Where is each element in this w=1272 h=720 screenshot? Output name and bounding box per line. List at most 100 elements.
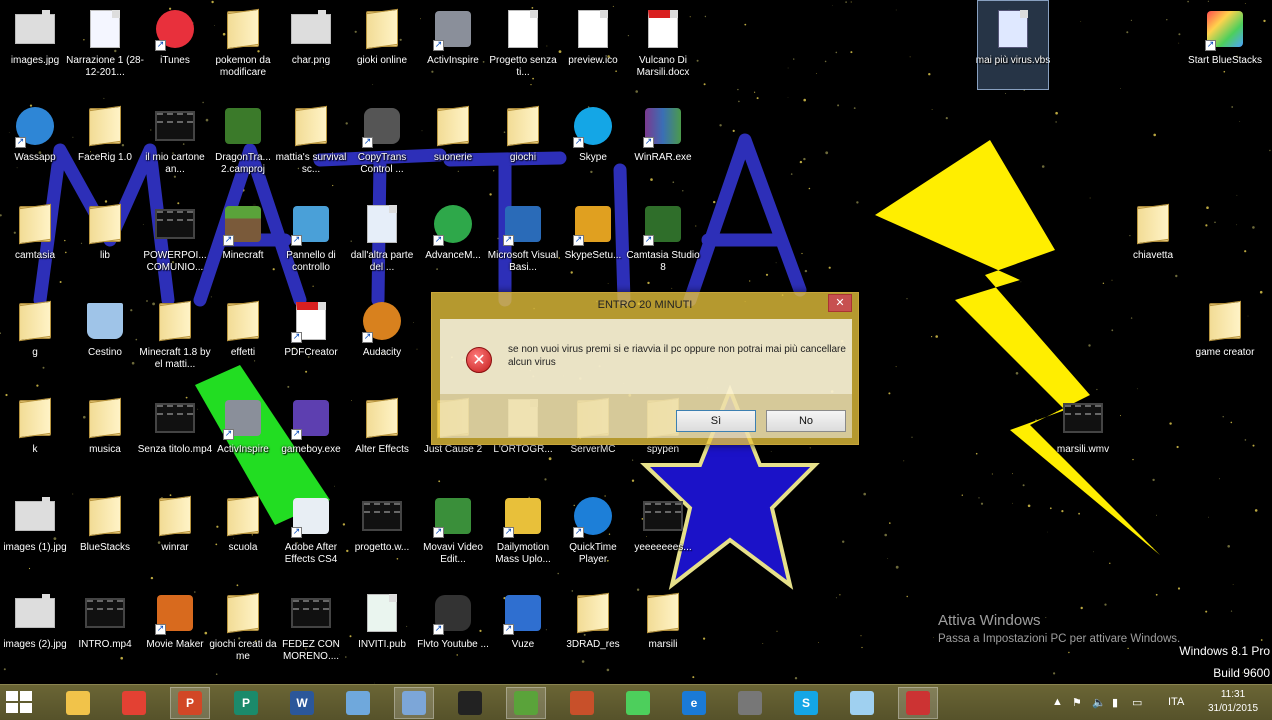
- desktop-icon[interactable]: game creator: [1190, 293, 1260, 381]
- desktop-icon[interactable]: dall'altra parte del ...: [347, 196, 417, 284]
- clock[interactable]: 11:31 31/01/2015: [1200, 688, 1266, 716]
- desktop-icon[interactable]: Cestino: [70, 293, 140, 381]
- taskbar-button[interactable]: e: [674, 687, 714, 719]
- desktop-icon[interactable]: char.png: [276, 1, 346, 89]
- taskbar-button[interactable]: [338, 687, 378, 719]
- desktop-icon[interactable]: ↗ Audacity: [347, 293, 417, 381]
- taskbar-button[interactable]: P: [226, 687, 266, 719]
- desktop-icon[interactable]: images (1).jpg: [0, 488, 70, 576]
- desktop-icon[interactable]: ↗ CopyTrans Control ...: [347, 98, 417, 186]
- desktop-icon[interactable]: mattia's survival sc...: [276, 98, 346, 186]
- desktop-icon[interactable]: ↗ QuickTime Player: [558, 488, 628, 576]
- desktop-icon[interactable]: FaceRig 1.0: [70, 98, 140, 186]
- desktop-icon[interactable]: giochi: [488, 98, 558, 186]
- taskbar-button[interactable]: [898, 687, 938, 719]
- desktop-icon[interactable]: chiavetta: [1118, 196, 1188, 284]
- desktop-icon[interactable]: ↗ gameboy.exe: [276, 390, 346, 478]
- desktop-icon[interactable]: ↗ SkypeSetu...: [558, 196, 628, 284]
- taskbar-button[interactable]: [618, 687, 658, 719]
- desktop-icon[interactable]: progetto.w...: [347, 488, 417, 576]
- desktop-icon[interactable]: gioki online: [347, 1, 417, 89]
- desktop-icon[interactable]: ↗ ActivInspire: [418, 1, 488, 89]
- desktop-icon[interactable]: ↗ WinRAR.exe: [628, 98, 698, 186]
- desktop-icon[interactable]: ↗ PDFCreator: [276, 293, 346, 381]
- no-button[interactable]: No: [766, 410, 846, 432]
- action-center-icon[interactable]: ⚑: [1072, 696, 1082, 709]
- close-button[interactable]: ✕: [828, 294, 852, 312]
- desktop-icon[interactable]: ↗ Pannello di controllo: [276, 196, 346, 284]
- start-button[interactable]: [6, 691, 36, 715]
- taskbar-button[interactable]: [394, 687, 434, 719]
- taskbar-button[interactable]: [842, 687, 882, 719]
- desktop-icon[interactable]: mai più virus.vbs: [976, 0, 1050, 90]
- taskbar-button[interactable]: [114, 687, 154, 719]
- desktop-icon[interactable]: preview.ico: [558, 1, 628, 89]
- desktop-icon[interactable]: g: [0, 293, 70, 381]
- taskbar-button[interactable]: [730, 687, 770, 719]
- desktop-icon[interactable]: yeeeeeees...: [628, 488, 698, 576]
- desktop-icon-label: QuickTime Player: [569, 542, 617, 565]
- desktop-icon[interactable]: scuola: [208, 488, 278, 576]
- taskbar-button[interactable]: [562, 687, 602, 719]
- desktop-icon[interactable]: giochi creati da me: [208, 585, 278, 673]
- desktop-icon[interactable]: il mio cartone an...: [140, 98, 210, 186]
- desktop[interactable]: images.jpg Narrazione 1 (28-12-201... ↗ iTu…: [0, 0, 1272, 684]
- network-icon[interactable]: ▮: [1112, 696, 1118, 709]
- desktop-icon[interactable]: marsili: [628, 585, 698, 673]
- desktop-icon[interactable]: Vulcano Di Marsili.docx: [628, 1, 698, 89]
- volume-icon[interactable]: 🔈: [1092, 696, 1106, 709]
- desktop-icon[interactable]: winrar: [140, 488, 210, 576]
- desktop-icon[interactable]: 3DRAD_res: [558, 585, 628, 673]
- taskbar-button[interactable]: S: [786, 687, 826, 719]
- desktop-icon[interactable]: ↗ Movavi Video Edit...: [418, 488, 488, 576]
- desktop-icon[interactable]: effetti: [208, 293, 278, 381]
- desktop-icon[interactable]: Alter Effects: [347, 390, 417, 478]
- desktop-icon[interactable]: ↗ Vuze: [488, 585, 558, 673]
- desktop-icon[interactable]: ↗ iTunes: [140, 1, 210, 89]
- desktop-icon[interactable]: pokemon da modificare: [208, 1, 278, 89]
- shortcut-arrow-icon: ↗: [223, 235, 234, 246]
- desktop-icon[interactable]: POWERPOI... COMUNIO...: [140, 196, 210, 284]
- taskbar-button[interactable]: P: [170, 687, 210, 719]
- desktop-icon[interactable]: k: [0, 390, 70, 478]
- desktop-icon[interactable]: ↗ Flvto Youtube ...: [417, 585, 489, 673]
- desktop-icon[interactable]: images (2).jpg: [0, 585, 70, 673]
- desktop-icon[interactable]: INTRO.mp4: [70, 585, 140, 673]
- taskbar-button[interactable]: [506, 687, 546, 719]
- desktop-icon[interactable]: Minecraft 1.8 by el matti...: [139, 293, 211, 381]
- desktop-icon[interactable]: ↗ Skype: [558, 98, 628, 186]
- taskbar-button[interactable]: [450, 687, 490, 719]
- desktop-icon[interactable]: camtasia: [0, 196, 70, 284]
- dialog-titlebar[interactable]: ENTRO 20 MINUTI ✕: [432, 293, 858, 319]
- desktop-icon[interactable]: ↗ Adobe After Effects CS4: [276, 488, 346, 576]
- desktop-icon[interactable]: DragonTra... 2.camproj: [208, 98, 278, 186]
- desktop-icon[interactable]: ↗ ActivInspire: [208, 390, 278, 478]
- desktop-icon[interactable]: ↗ Movie Maker: [140, 585, 210, 673]
- desktop-icon[interactable]: ↗ Wassapp: [0, 98, 70, 186]
- battery-icon[interactable]: ▭: [1132, 696, 1142, 709]
- desktop-icon[interactable]: lib: [70, 196, 140, 284]
- language-indicator[interactable]: ITA: [1168, 696, 1184, 708]
- desktop-icon[interactable]: ↗ AdvanceM...: [418, 196, 488, 284]
- bluestacks-icon: ↗: [1203, 7, 1247, 51]
- desktop-icon[interactable]: FEDEZ CON MORENO....: [276, 585, 346, 673]
- desktop-icon[interactable]: suonerie: [418, 98, 488, 186]
- desktop-icon[interactable]: musica: [70, 390, 140, 478]
- desktop-icon[interactable]: Senza titolo.mp4: [138, 390, 212, 478]
- desktop-icon[interactable]: ↗ Minecraft: [208, 196, 278, 284]
- desktop-icon[interactable]: images.jpg: [0, 1, 70, 89]
- desktop-icon[interactable]: INVITI.pub: [347, 585, 417, 673]
- desktop-icon[interactable]: BlueStacks: [70, 488, 140, 576]
- desktop-icon[interactable]: Progetto senza ti...: [488, 1, 558, 89]
- taskbar-button[interactable]: W: [282, 687, 322, 719]
- desktop-icon[interactable]: marsili.wmv: [1048, 390, 1118, 478]
- yes-button[interactable]: Sì: [676, 410, 756, 432]
- desktop-icon[interactable]: ↗ Dailymotion Mass Uplo...: [488, 488, 558, 576]
- shortcut-arrow-icon: ↗: [362, 332, 373, 343]
- desktop-icon[interactable]: ↗ Microsoft Visual Basi...: [488, 196, 558, 284]
- desktop-icon[interactable]: Narrazione 1 (28-12-201...: [66, 1, 144, 89]
- desktop-icon[interactable]: ↗ Camtasia Studio 8: [626, 196, 700, 284]
- show-hidden-icons-icon[interactable]: ▲: [1052, 696, 1063, 708]
- desktop-icon[interactable]: ↗ Start BlueStacks: [1188, 1, 1262, 89]
- taskbar-button[interactable]: [58, 687, 98, 719]
